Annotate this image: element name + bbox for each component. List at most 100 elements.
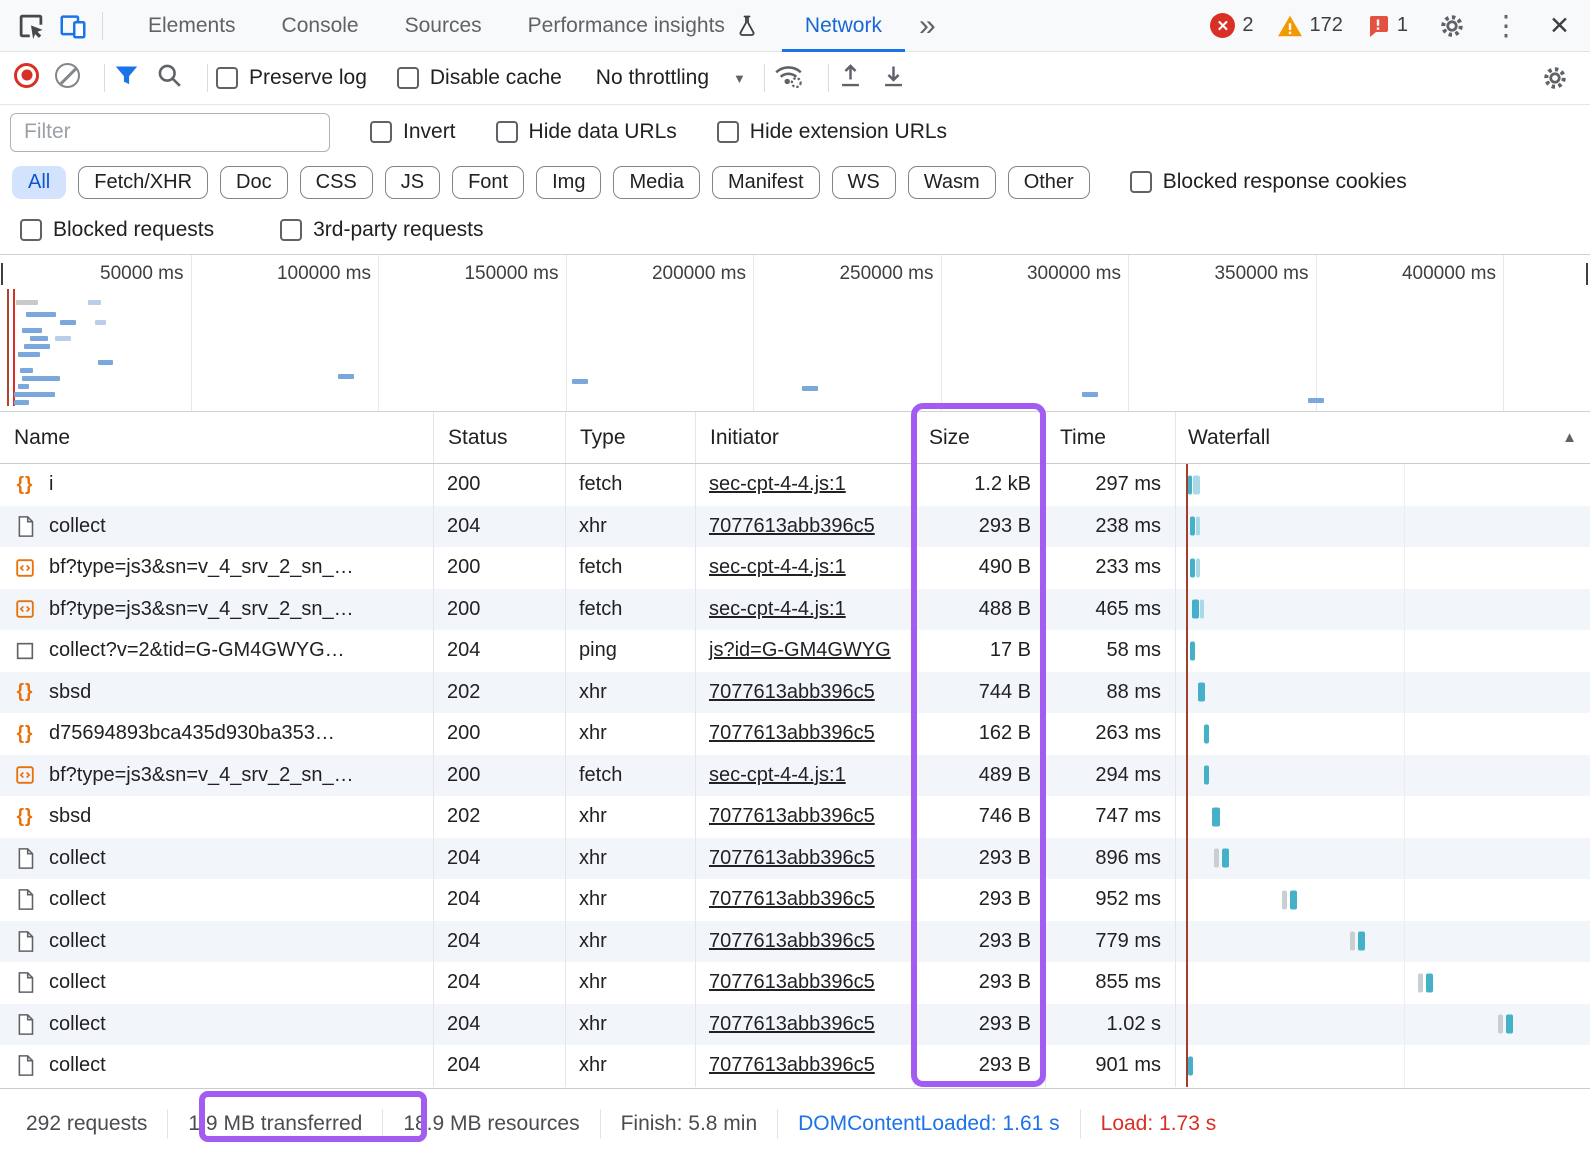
network-conditions-button[interactable] — [773, 60, 804, 97]
name-cell[interactable]: {} sbsd — [0, 796, 434, 838]
close-devtools-button[interactable]: ✕ — [1539, 11, 1580, 41]
tab-network[interactable]: Network — [782, 0, 905, 52]
inspect-element-button[interactable] — [10, 5, 52, 47]
table-row[interactable]: collect 204 xhr 7077613abb396c5 293 B 90… — [0, 1045, 1590, 1087]
initiator-cell[interactable]: sec-cpt-4-4.js:1 — [696, 754, 915, 796]
initiator-link[interactable]: 7077613abb396c5 — [709, 971, 875, 994]
import-har-button[interactable] — [837, 62, 864, 95]
blocked-response-cookies-checkbox[interactable]: Blocked response cookies — [1129, 170, 1407, 194]
overview[interactable]: 50000 ms 100000 ms 150000 ms 200000 ms 25000… — [0, 255, 1590, 412]
type-filter-js[interactable]: JS — [384, 165, 441, 199]
table-row[interactable]: collect 204 xhr 7077613abb396c5 293 B 95… — [0, 879, 1590, 921]
name-cell[interactable]: collect?v=2&tid=G-GM4GWYG… — [0, 630, 434, 672]
hide-data-urls-checkbox[interactable]: Hide data URLs — [495, 120, 677, 144]
type-filter-manifest[interactable]: Manifest — [711, 165, 820, 199]
initiator-cell[interactable]: sec-cpt-4-4.js:1 — [696, 588, 915, 630]
initiator-link[interactable]: 7077613abb396c5 — [709, 930, 875, 953]
table-row[interactable]: collect 204 xhr 7077613abb396c5 293 B 23… — [0, 505, 1590, 547]
initiator-link[interactable]: sec-cpt-4-4.js:1 — [709, 598, 846, 621]
name-cell[interactable]: collect — [0, 879, 434, 921]
initiator-link[interactable]: 7077613abb396c5 — [709, 515, 875, 538]
tab-performance-insights[interactable]: Performance insights — [505, 0, 782, 52]
initiator-link[interactable]: js?id=G-GM4GWYG — [709, 639, 891, 662]
record-network-log-button[interactable] — [14, 62, 39, 94]
tab-elements[interactable]: Elements — [125, 0, 259, 52]
tab-console[interactable]: Console — [259, 0, 382, 52]
initiator-cell[interactable]: 7077613abb396c5 — [696, 837, 915, 879]
name-cell[interactable]: bf?type=js3&sn=v_4_srv_2_sn_… — [0, 547, 434, 589]
table-row[interactable]: bf?type=js3&sn=v_4_srv_2_sn_… 200 fetch … — [0, 754, 1590, 796]
issues-badge[interactable]: 1 — [1366, 14, 1408, 38]
preserve-log-checkbox[interactable]: Preserve log — [216, 66, 367, 90]
initiator-link[interactable]: sec-cpt-4-4.js:1 — [709, 473, 846, 496]
table-row[interactable]: bf?type=js3&sn=v_4_srv_2_sn_… 200 fetch … — [0, 547, 1590, 589]
table-row[interactable]: {} d75694893bca435d930ba353… 200 xhr 707… — [0, 713, 1590, 755]
name-cell[interactable]: {} i — [0, 464, 434, 506]
name-cell[interactable]: collect — [0, 1003, 434, 1045]
type-filter-font[interactable]: Font — [452, 165, 525, 199]
type-filter-all[interactable]: All — [12, 165, 67, 199]
initiator-cell[interactable]: 7077613abb396c5 — [696, 920, 915, 962]
initiator-link[interactable]: 7077613abb396c5 — [709, 681, 875, 704]
type-filter-doc[interactable]: Doc — [220, 165, 288, 199]
initiator-cell[interactable]: js?id=G-GM4GWYG — [696, 630, 915, 672]
table-row[interactable]: {} sbsd 202 xhr 7077613abb396c5 744 B 88… — [0, 671, 1590, 713]
column-header-initiator[interactable]: Initiator — [696, 412, 915, 463]
column-header-size[interactable]: Size — [915, 412, 1046, 463]
table-row[interactable]: collect?v=2&tid=G-GM4GWYG… 204 ping js?i… — [0, 630, 1590, 672]
initiator-link[interactable]: 7077613abb396c5 — [709, 888, 875, 911]
name-cell[interactable]: collect — [0, 837, 434, 879]
name-cell[interactable]: collect — [0, 1045, 434, 1087]
filter-toggle-button[interactable] — [113, 62, 140, 95]
name-cell[interactable]: {} d75694893bca435d930ba353… — [0, 713, 434, 755]
initiator-cell[interactable]: 7077613abb396c5 — [696, 671, 915, 713]
warning-badge[interactable]: 172 — [1277, 13, 1343, 39]
initiator-cell[interactable]: sec-cpt-4-4.js:1 — [696, 547, 915, 589]
initiator-link[interactable]: sec-cpt-4-4.js:1 — [709, 764, 846, 787]
initiator-link[interactable]: 7077613abb396c5 — [709, 1013, 875, 1036]
table-row[interactable]: collect 204 xhr 7077613abb396c5 293 B 77… — [0, 920, 1590, 962]
error-badge[interactable]: ✕ 2 — [1210, 13, 1254, 38]
tab-sources[interactable]: Sources — [382, 0, 505, 52]
filter-input[interactable] — [10, 112, 330, 152]
clear-network-log-button[interactable] — [55, 62, 80, 94]
network-settings-button[interactable] — [1534, 57, 1576, 99]
column-header-waterfall[interactable]: Waterfall ▲ — [1176, 412, 1590, 463]
name-cell[interactable]: collect — [0, 920, 434, 962]
export-har-button[interactable] — [880, 62, 907, 95]
initiator-cell[interactable]: 7077613abb396c5 — [696, 879, 915, 921]
initiator-link[interactable]: 7077613abb396c5 — [709, 1054, 875, 1077]
table-row[interactable]: collect 204 xhr 7077613abb396c5 293 B 1.… — [0, 1003, 1590, 1045]
type-filter-media[interactable]: Media — [613, 165, 700, 199]
name-cell[interactable]: collect — [0, 505, 434, 547]
more-tabs-button[interactable]: » — [905, 9, 950, 43]
initiator-cell[interactable]: 7077613abb396c5 — [696, 713, 915, 755]
invert-checkbox[interactable]: Invert — [370, 120, 456, 144]
initiator-cell[interactable]: 7077613abb396c5 — [696, 1003, 915, 1045]
initiator-link[interactable]: 7077613abb396c5 — [709, 722, 875, 745]
column-header-type[interactable]: Type — [566, 412, 696, 463]
initiator-cell[interactable]: sec-cpt-4-4.js:1 — [696, 464, 915, 506]
kebab-menu-button[interactable]: ⋮ — [1482, 9, 1530, 42]
settings-button[interactable] — [1431, 5, 1473, 47]
initiator-link[interactable]: 7077613abb396c5 — [709, 847, 875, 870]
initiator-cell[interactable]: 7077613abb396c5 — [696, 1045, 915, 1087]
blocked-requests-checkbox[interactable]: Blocked requests — [20, 218, 214, 242]
table-row[interactable]: collect 204 xhr 7077613abb396c5 293 B 85… — [0, 962, 1590, 1004]
name-cell[interactable]: bf?type=js3&sn=v_4_srv_2_sn_… — [0, 754, 434, 796]
table-row[interactable]: collect 204 xhr 7077613abb396c5 293 B 89… — [0, 837, 1590, 879]
initiator-cell[interactable]: 7077613abb396c5 — [696, 796, 915, 838]
name-cell[interactable]: bf?type=js3&sn=v_4_srv_2_sn_… — [0, 588, 434, 630]
column-header-status[interactable]: Status — [434, 412, 566, 463]
throttling-dropdown[interactable]: No throttling ▼ — [596, 66, 746, 90]
initiator-cell[interactable]: 7077613abb396c5 — [696, 962, 915, 1004]
hide-extension-urls-checkbox[interactable]: Hide extension URLs — [716, 120, 947, 144]
table-row[interactable]: {} sbsd 202 xhr 7077613abb396c5 746 B 74… — [0, 796, 1590, 838]
type-filter-other[interactable]: Other — [1007, 165, 1090, 199]
type-filter-wasm[interactable]: Wasm — [907, 165, 996, 199]
name-cell[interactable]: {} sbsd — [0, 671, 434, 713]
device-toolbar-button[interactable] — [52, 5, 94, 47]
name-cell[interactable]: collect — [0, 962, 434, 1004]
type-filter-fetch-xhr[interactable]: Fetch/XHR — [78, 165, 209, 199]
type-filter-css[interactable]: CSS — [299, 165, 373, 199]
